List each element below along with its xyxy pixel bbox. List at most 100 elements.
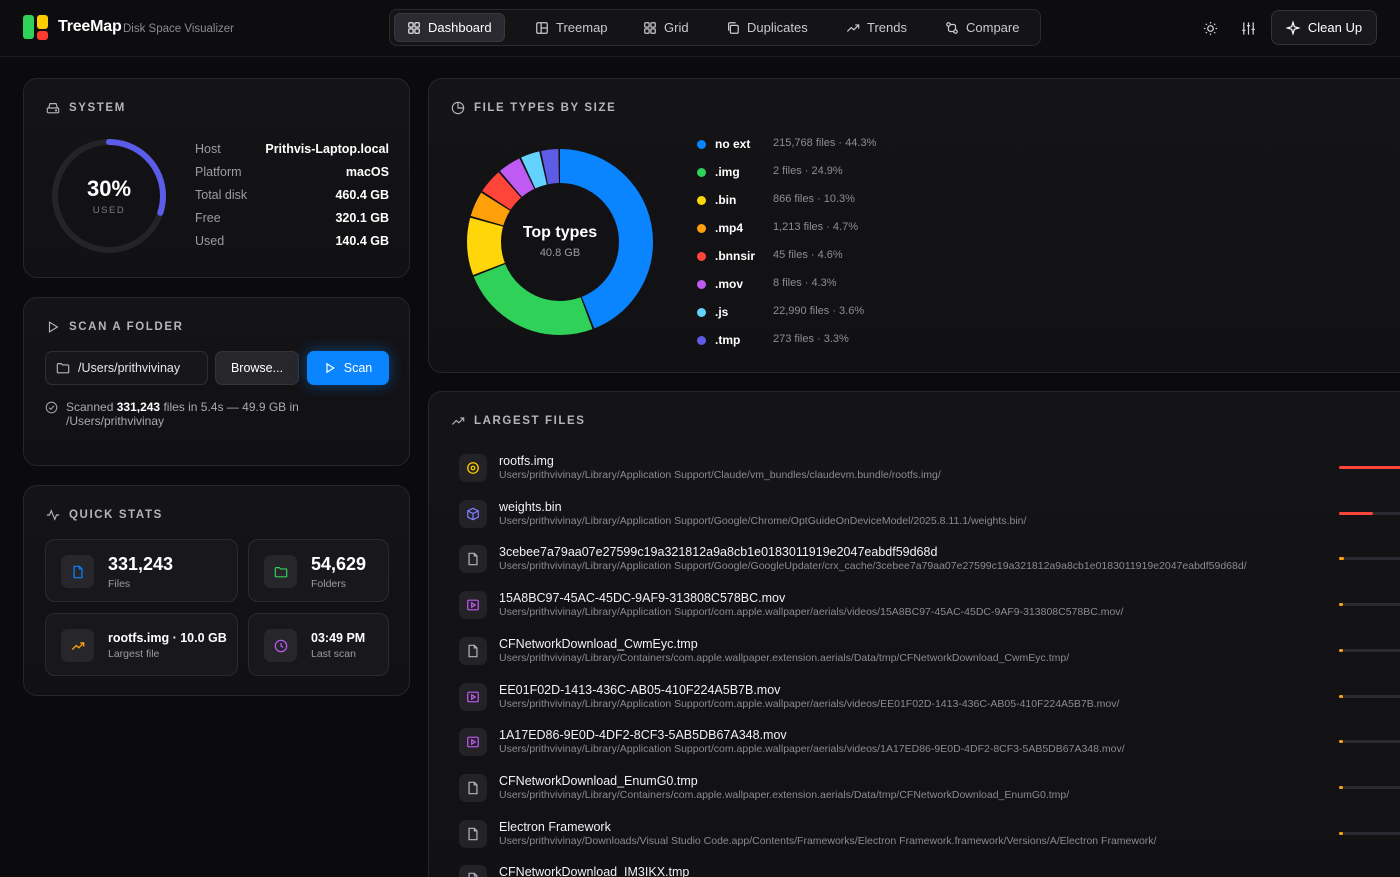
size-bar: [1339, 557, 1400, 561]
trending-up-icon: [61, 629, 94, 662]
file-name: EE01F02D-1413-436C-AB05-410F224A5B7B.mov: [499, 682, 781, 697]
check-circle-icon: [45, 401, 58, 414]
legend-info: 2 files · 24.9%: [773, 165, 843, 177]
file-row[interactable]: 15A8BC97-45AC-45DC-9AF9-313808C578BC.mov…: [459, 585, 1400, 625]
scan-folder-card: SCAN A FOLDER /Users/prithvivinay Browse…: [23, 297, 410, 466]
grid-icon: [644, 21, 656, 34]
file-path: Users/prithvivinay/Library/Application S…: [499, 743, 1125, 756]
dashboard-icon: [408, 21, 420, 34]
video-icon: [459, 728, 487, 757]
legend-info: 1,213 files · 4.7%: [773, 221, 858, 233]
view-tabs: Dashboard Treemap Grid Duplicates Trends…: [389, 9, 1041, 46]
system-row-host: Host Prithvis-Laptop.local: [195, 142, 389, 156]
browse-button[interactable]: Browse...: [215, 351, 299, 385]
file-row[interactable]: rootfs.img Users/prithvivinay/Library/App…: [459, 448, 1400, 488]
folder-path-value: /Users/prithvivinay: [78, 361, 181, 375]
size-bar: [1339, 648, 1400, 652]
file-path: Users/prithvivinay/Library/Containers/co…: [499, 788, 1070, 801]
stat-folders: 54,629 Folders: [248, 539, 389, 602]
drive-icon: [46, 103, 60, 114]
pie-chart-icon: [451, 101, 465, 115]
tab-duplicates[interactable]: Duplicates: [714, 13, 820, 42]
largest-files-title: LARGEST FILES: [451, 414, 586, 428]
file-path: Users/prithvivinay/Library/Application S…: [499, 560, 1247, 573]
file-name: Electron Framework: [499, 819, 611, 834]
scan-button[interactable]: Scan: [307, 351, 389, 385]
tab-label: Treemap: [556, 20, 608, 35]
legend-ext: .tmp: [715, 333, 741, 347]
folder-path-input[interactable]: /Users/prithvivinay: [45, 351, 208, 385]
sun-icon: [1203, 21, 1217, 35]
quick-stats-title: QUICK STATS: [46, 508, 163, 522]
trending-up-icon: [451, 417, 465, 425]
clean-up-button[interactable]: Clean Up: [1271, 10, 1377, 45]
settings-button[interactable]: [1238, 18, 1258, 38]
file-icon: [459, 819, 487, 848]
file-path: Users/prithvivinay/Library/Application S…: [499, 606, 1124, 619]
size-bar: [1339, 740, 1400, 744]
used-label: USED: [92, 205, 126, 216]
file-row[interactable]: Electron Framework Users/prithvivinay/Dow…: [459, 814, 1400, 854]
tab-trends[interactable]: Trends: [834, 13, 919, 42]
legend-swatch: [697, 336, 706, 345]
app-subtitle: Disk Space Visualizer: [123, 23, 235, 35]
file-row[interactable]: weights.bin Users/prithvivinay/Library/Ap…: [459, 494, 1400, 534]
file-row[interactable]: 1A17ED86-9E0D-4DF2-8CF3-5AB5DB67A348.mov…: [459, 722, 1400, 762]
used-percent: 30%: [86, 176, 132, 201]
size-bar: [1339, 831, 1400, 835]
legend-swatch: [697, 252, 706, 261]
system-row-free: Free 320.1 GB: [195, 211, 389, 225]
donut-center-title: Top types: [522, 224, 598, 241]
legend-ext: no ext: [715, 137, 751, 151]
size-bar-fill: [1339, 740, 1343, 744]
tab-treemap[interactable]: Treemap: [523, 13, 620, 42]
folders-count: 54,629: [311, 554, 367, 574]
top-bar: TreeMap Disk Space Visualizer Dashboard …: [0, 0, 1400, 57]
file-path: Users/prithvivinay/Library/Application S…: [499, 469, 941, 481]
size-bar: [1339, 511, 1400, 515]
tab-grid[interactable]: Grid: [631, 13, 701, 42]
size-bar-fill: [1339, 831, 1343, 835]
folders-label: Folders: [311, 578, 347, 590]
tab-label: Duplicates: [747, 20, 808, 35]
tab-compare[interactable]: Compare: [933, 13, 1031, 42]
system-card: SYSTEM 30% USED Host Prithvis-Laptop.loca…: [23, 78, 410, 278]
file-row[interactable]: 3cebee7a79aa07e27599c19a321812a9a8cb1e01…: [459, 539, 1400, 579]
tab-label: Grid: [664, 20, 689, 35]
size-bar-fill: [1339, 511, 1373, 515]
theme-toggle-button[interactable]: [1200, 18, 1220, 38]
file-icon: [459, 636, 487, 665]
file-types-title: FILE TYPES BY SIZE: [451, 101, 616, 115]
disk-image-icon: [459, 454, 487, 482]
video-icon: [459, 591, 487, 620]
file-row[interactable]: CFNetworkDownload_EnumG0.tmp Users/prithv…: [459, 768, 1400, 808]
file-row[interactable]: EE01F02D-1413-436C-AB05-410F224A5B7B.mov…: [459, 677, 1400, 717]
legend-ext: .mov: [715, 277, 744, 291]
legend-ext: .mp4: [715, 221, 744, 235]
file-row[interactable]: CFNetworkDownload_IM3IKX.tmp: [459, 859, 1400, 877]
file-icon: [459, 545, 487, 574]
file-path: Users/prithvivinay/Library/Containers/co…: [499, 651, 1070, 664]
size-bar: [1339, 603, 1400, 607]
tab-label: Trends: [867, 20, 907, 35]
system-title: SYSTEM: [46, 101, 126, 115]
file-name: CFNetworkDownload_CwmEyc.tmp: [499, 636, 698, 651]
legend-info: 45 files · 4.6%: [773, 249, 843, 261]
file-icon: [459, 773, 487, 802]
tab-dashboard[interactable]: Dashboard: [394, 13, 505, 42]
file-name: 3cebee7a79aa07e27599c19a321812a9a8cb1e01…: [499, 545, 938, 560]
file-path: Users/prithvivinay/Library/Application S…: [499, 697, 1120, 710]
legend-swatch: [697, 168, 706, 177]
size-bar-fill: [1339, 557, 1344, 561]
cube-icon: [459, 499, 487, 528]
stat-last-scan: 03:49 PM Last scan: [248, 613, 389, 676]
scan-folder-title: SCAN A FOLDER: [46, 320, 184, 334]
legend-swatch: [697, 280, 706, 289]
stat-largest-file: rootfs.img · 10.0 GB Largest file: [45, 613, 238, 676]
size-bar-fill: [1339, 785, 1343, 789]
video-icon: [459, 682, 487, 711]
file-types-card: FILE TYPES BY SIZE Top types 40.8 GB no …: [428, 78, 1400, 373]
compare-icon: [946, 21, 958, 34]
files-count: 331,243: [108, 554, 174, 574]
file-row[interactable]: CFNetworkDownload_CwmEyc.tmp Users/prithv…: [459, 631, 1400, 671]
